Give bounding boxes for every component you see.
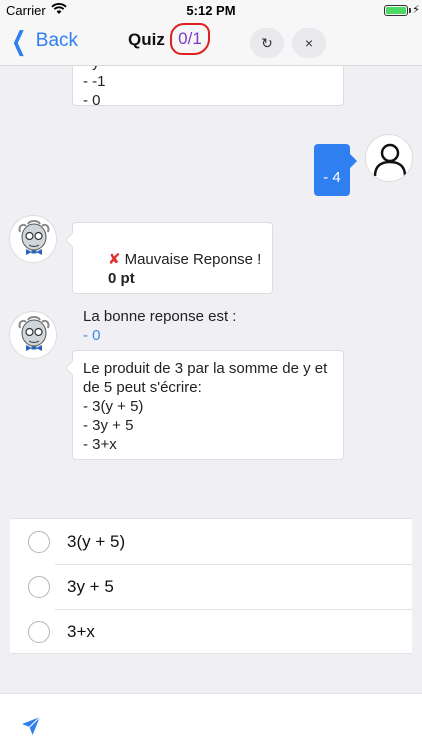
previous-question-bubble: - y - -1 - 0 <box>72 66 344 109</box>
back-label: Back <box>35 30 79 51</box>
correct-intro-text: La bonne reponse est : <box>83 308 237 325</box>
user-answer-bubble: - 4 <box>314 144 358 196</box>
points-label: 0 pt <box>108 270 135 287</box>
radio-button[interactable] <box>28 530 50 553</box>
message-line: - -1 <box>83 73 106 90</box>
option-label: 3(y + 5) <box>67 531 126 551</box>
wrong-answer-text: Mauvaise Reponse ! <box>124 251 262 268</box>
status-time: 5:12 PM <box>186 3 236 18</box>
refresh-button[interactable]: ↻ <box>250 28 284 58</box>
status-bar: Carrier 5:12 PM ⚡ <box>0 0 422 20</box>
bot-avatar <box>9 215 57 263</box>
battery-icon <box>384 5 408 16</box>
message-line: - 3+x <box>83 436 117 453</box>
bot-avatar <box>9 311 57 359</box>
option-label: 3+x <box>67 621 95 641</box>
nav-bar: ❮ Back Quiz 0/1 ↻ × <box>0 20 422 66</box>
battery-fill <box>386 7 406 14</box>
message-line: - 0 <box>83 92 101 109</box>
back-button[interactable]: ❮ Back <box>8 26 79 56</box>
score-badge: 0/1 <box>170 23 210 55</box>
person-icon <box>373 143 407 177</box>
correct-answer-text: - 0 <box>83 327 101 344</box>
message-line: Le produit de 3 par la somme de y et <box>83 360 328 377</box>
page-title: Quiz <box>128 30 165 49</box>
message-line: de 5 peut s'écrire: <box>83 379 202 396</box>
professor-icon <box>11 217 56 262</box>
feedback-bubble: ✘ Mauvaise Reponse ! 0 pt La bonne repons… <box>64 222 273 344</box>
option-label: 3y + 5 <box>67 576 114 596</box>
message-line: - 3y + 5 <box>83 417 134 434</box>
battery-tip <box>409 8 411 13</box>
professor-icon <box>11 313 56 358</box>
charging-bolt-icon: ⚡ <box>412 4 420 16</box>
send-icon[interactable] <box>21 716 41 736</box>
radio-button[interactable] <box>28 620 50 643</box>
user-answer-text: - 4 <box>323 169 341 186</box>
answer-option[interactable]: 3+x <box>10 609 412 654</box>
wrong-mark-icon: ✘ <box>108 251 121 268</box>
question-bubble: Le produit de 3 par la somme de y et de … <box>64 350 344 460</box>
radio-button[interactable] <box>28 575 50 598</box>
user-avatar <box>365 134 413 182</box>
chat-area[interactable]: - y - -1 - 0 - 4 ✘Mauvaise Reponse ! 0 p… <box>0 66 422 518</box>
answer-options: 3(y + 5) 3y + 5 3+x <box>10 518 412 654</box>
bubble-tail <box>64 360 80 376</box>
message-line: - 3(y + 5) <box>83 398 144 415</box>
answer-option[interactable]: 3y + 5 <box>10 564 412 609</box>
bottom-bar <box>0 693 422 750</box>
bubble-tail <box>342 153 358 169</box>
answer-option[interactable]: 3(y + 5) <box>10 519 412 564</box>
chevron-left-icon: ❮ <box>11 26 27 56</box>
refresh-icon: ↻ <box>261 35 273 51</box>
bubble-tail <box>64 232 80 248</box>
close-icon: × <box>304 35 314 51</box>
close-button[interactable]: × <box>292 28 326 58</box>
